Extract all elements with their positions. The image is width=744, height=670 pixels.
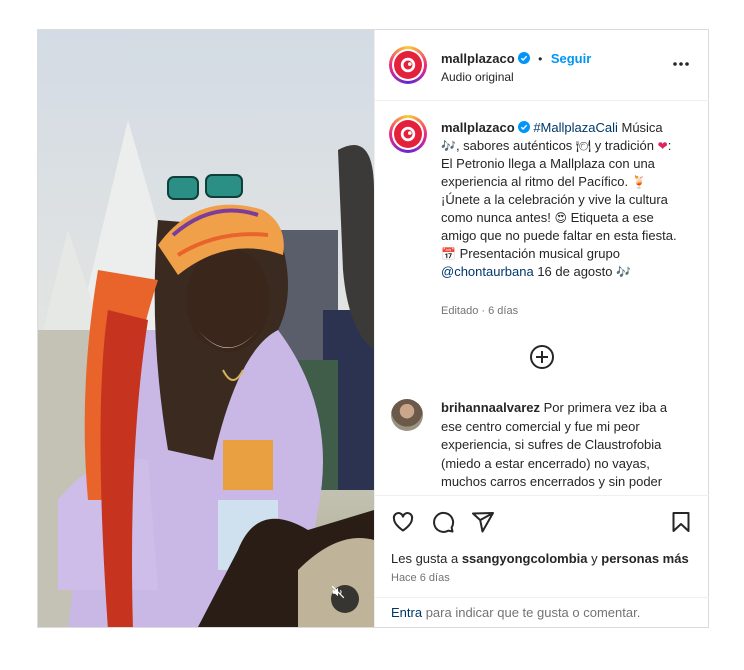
verified-badge-icon — [517, 52, 530, 64]
mallplaza-logo-small — [394, 120, 422, 148]
mention-link[interactable]: @chontaurbana — [441, 264, 534, 279]
load-more-comments-icon[interactable] — [529, 344, 555, 370]
instagram-post: mallplazaco • Seguir Audio original mall… — [37, 29, 709, 628]
caption-part: Presentación musical grupo — [455, 246, 620, 261]
more-horizontal-icon[interactable] — [671, 54, 691, 74]
mute-toggle[interactable] — [331, 585, 359, 613]
likes-others-link[interactable]: personas más — [601, 551, 688, 566]
post-media[interactable] — [38, 30, 374, 627]
login-prompt: para indicar que te gusta o comentar. — [422, 605, 641, 620]
caption-part: y tradición — [591, 138, 658, 153]
comment-icon[interactable] — [431, 510, 455, 534]
calendar-emoji: 📅 — [441, 247, 456, 261]
comment-item: brihannaalvarez Por primera vez iba a es… — [441, 399, 681, 492]
comments-area[interactable]: mallplazaco #MallplazaCali Música 🎶, sab… — [375, 101, 709, 494]
bookmark-icon[interactable] — [669, 510, 693, 534]
edited-label: Editado — [441, 305, 479, 317]
follow-button[interactable]: Seguir — [551, 51, 591, 66]
music-notes-emoji: 🎶 — [616, 265, 632, 279]
post-caption: mallplazaco #MallplazaCali Música 🎶, sab… — [441, 119, 681, 281]
caption-part: , sabores auténticos — [455, 138, 576, 153]
header-separator: • — [538, 52, 543, 66]
heart-icon[interactable] — [391, 510, 415, 534]
header-username[interactable]: mallplazaco — [441, 51, 515, 66]
post-header: mallplazaco • Seguir Audio original — [375, 30, 709, 101]
caption-author-avatar[interactable] — [389, 115, 427, 153]
post-side-panel: mallplazaco • Seguir Audio original mall… — [374, 30, 709, 627]
comment-input-row[interactable]: Entra para indicar que te gusta o coment… — [375, 597, 709, 628]
drink-emoji: 🍹 — [631, 175, 647, 189]
plate-emoji: 🍽 — [575, 139, 592, 153]
likes-prefix: Les gusta a — [391, 551, 462, 566]
speaker-muted-icon — [331, 585, 345, 599]
audio-label[interactable]: Audio original — [441, 70, 514, 84]
caption-part: Música — [617, 120, 663, 135]
hashtag-link[interactable]: #MallplazaCali — [533, 120, 618, 135]
caption-part: 16 de agosto — [533, 264, 617, 279]
heart-emoji: ❤ — [657, 139, 668, 153]
caption-username[interactable]: mallplazaco — [441, 120, 515, 135]
share-icon[interactable] — [471, 510, 495, 534]
post-photo — [38, 30, 374, 627]
caption-meta: Editado · 6 días — [441, 305, 518, 317]
commenter-avatar[interactable] — [391, 399, 423, 431]
likes-summary: Les gusta a ssangyongcolombia y personas… — [391, 551, 689, 566]
author-avatar[interactable] — [389, 46, 427, 84]
meta-dot: · — [481, 305, 486, 317]
star-eyes-emoji: 😍 — [554, 211, 567, 225]
music-notes-emoji: 🎶 — [441, 139, 456, 153]
mallplaza-logo — [394, 51, 422, 79]
caption-age[interactable]: 6 días — [488, 305, 518, 317]
post-timestamp[interactable]: Hace 6 días — [391, 572, 450, 584]
likes-user-link[interactable]: ssangyongcolombia — [462, 551, 588, 566]
commenter-username[interactable]: brihannaalvarez — [441, 400, 540, 415]
login-link[interactable]: Entra — [391, 605, 422, 620]
likes-middle: y — [587, 551, 602, 566]
verified-badge-icon — [517, 121, 530, 133]
